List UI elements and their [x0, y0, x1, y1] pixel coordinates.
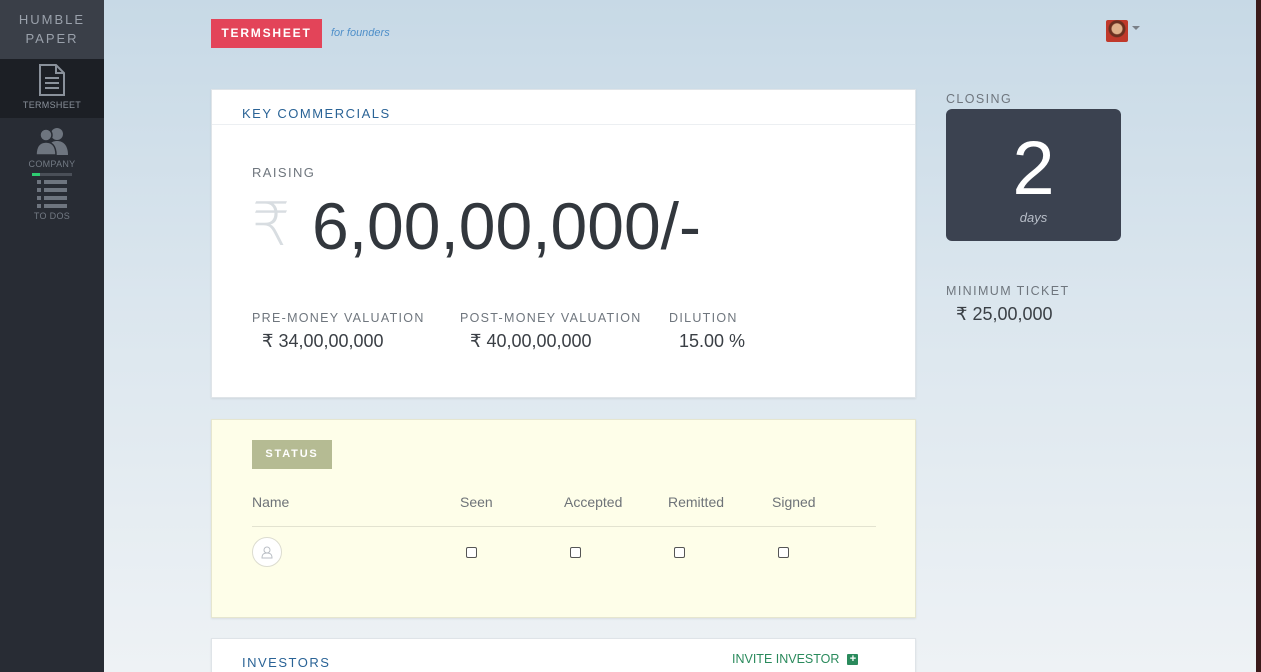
invite-investor-label: INVITE INVESTOR: [732, 652, 840, 666]
column-header-name: Name: [252, 494, 290, 510]
raising-amount: 6,00,00,000/-: [312, 189, 701, 263]
brand-line-2: PAPER: [25, 31, 79, 46]
termsheet-logo[interactable]: TERMSHEET: [211, 19, 322, 48]
document-icon: [0, 59, 104, 97]
brand-line-1: HUMBLE: [18, 12, 86, 27]
dilution: DILUTION 15.00 %: [669, 311, 745, 352]
user-menu[interactable]: [1106, 20, 1140, 42]
column-header-remitted: Remitted: [668, 494, 725, 510]
sidebar-item-termsheet[interactable]: TERMSHEET: [0, 59, 104, 118]
metric-label: PRE-MONEY VALUATION: [252, 311, 425, 325]
table-row: [252, 527, 876, 577]
closing-label: CLOSING: [946, 92, 1013, 106]
tagline: for founders: [331, 27, 390, 39]
metric-value: ₹ 40,00,00,000: [470, 331, 592, 351]
accepted-checkbox[interactable]: [570, 546, 581, 558]
rupee-icon: ₹: [252, 190, 291, 260]
seen-checkbox[interactable]: [466, 546, 477, 558]
pre-money-valuation: PRE-MONEY VALUATION ₹ 34,00,00,000: [252, 311, 425, 352]
user-icon: [252, 537, 282, 567]
chevron-down-icon[interactable]: [1132, 26, 1140, 30]
sidebar-item-todos[interactable]: TO DOS: [0, 170, 104, 229]
post-money-valuation: POST-MONEY VALUATION ₹ 40,00,00,000: [460, 311, 642, 352]
closing-countdown: 2 days: [946, 109, 1121, 241]
column-header-accepted: Accepted: [564, 494, 623, 510]
column-header-signed: Signed: [772, 494, 816, 510]
status-badge: STATUS: [252, 440, 332, 469]
minimum-ticket-label: MINIMUM TICKET: [946, 284, 1070, 298]
key-commercials-title: KEY COMMERCIALS: [212, 90, 915, 125]
status-table: Name Seen Accepted Remitted Signed: [252, 494, 876, 577]
metric-label: DILUTION: [669, 311, 738, 325]
sidebar-item-label: COMPANY: [28, 159, 76, 169]
invite-investor-button[interactable]: INVITE INVESTOR +: [732, 652, 859, 666]
company-progress-fill: [32, 173, 40, 176]
metric-value: ₹ 34,00,00,000: [262, 331, 384, 351]
brand-logo[interactable]: HUMBLE PAPER: [0, 0, 104, 59]
closing-days-unit: days: [1019, 210, 1048, 225]
window-edge: [1256, 0, 1261, 672]
key-commercials-card: KEY COMMERCIALS RAISING ₹ 6,00,00,000/- …: [211, 89, 916, 398]
investors-card: INVESTORS INVITE INVESTOR +: [211, 638, 916, 672]
company-progress-bar: [32, 173, 72, 176]
sidebar-item-company[interactable]: COMPANY: [0, 118, 104, 177]
signed-checkbox[interactable]: [778, 546, 789, 558]
status-card: STATUS Name Seen Accepted Remitted Signe…: [211, 419, 916, 618]
column-header-seen: Seen: [460, 494, 493, 510]
metric-value: 15.00 %: [679, 331, 746, 351]
avatar[interactable]: [1106, 20, 1128, 42]
sidebar-item-label: TERMSHEET: [22, 100, 82, 110]
closing-days-value: 2: [1012, 126, 1055, 211]
plus-icon: +: [847, 653, 859, 665]
status-table-header: Name Seen Accepted Remitted Signed: [252, 494, 876, 527]
sidebar-item-label: TO DOS: [33, 211, 71, 221]
users-icon: [0, 118, 104, 156]
sidebar: HUMBLE PAPER TERMSHEET COMPANY TO DOS: [0, 0, 104, 672]
minimum-ticket-value: ₹ 25,00,000: [956, 304, 1053, 324]
metric-label: POST-MONEY VALUATION: [460, 311, 642, 325]
raising-label: RAISING: [252, 165, 316, 180]
remitted-checkbox[interactable]: [674, 546, 685, 558]
